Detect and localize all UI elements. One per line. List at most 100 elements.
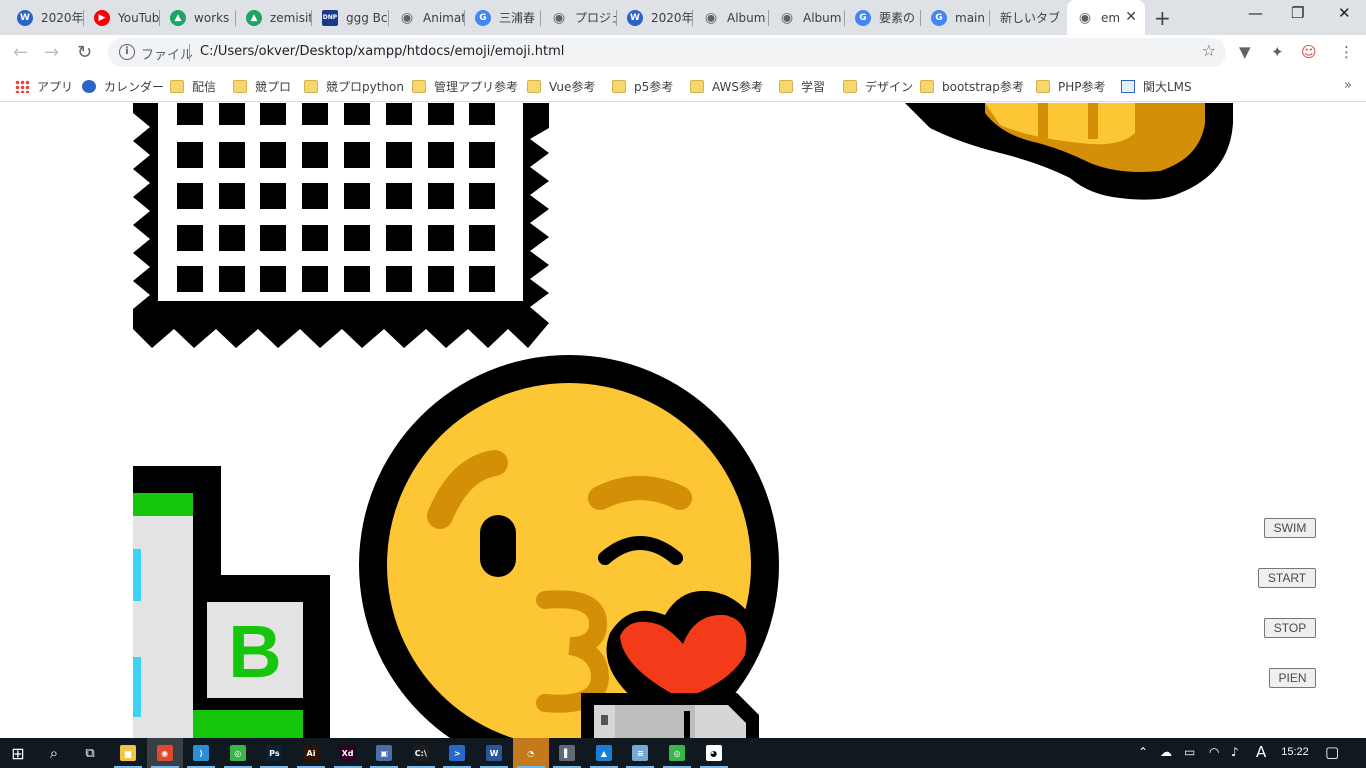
globe-icon: ◉ xyxy=(400,9,414,26)
bookmark-item[interactable]: カレンダー xyxy=(82,77,164,95)
bookmark-item[interactable]: アプリ xyxy=(15,77,73,95)
battery-icon[interactable]: ▭ xyxy=(1184,745,1195,759)
url-text[interactable]: C:/Users/okver/Desktop/xampp/htdocs/emoj… xyxy=(200,44,564,59)
pien-button[interactable]: PIEN xyxy=(1269,668,1316,688)
profile-avatar-icon[interactable]: ☺ xyxy=(1301,43,1317,61)
close-tab-icon[interactable]: ✕ xyxy=(1125,9,1137,25)
bookmark-item[interactable]: デザイン xyxy=(843,77,913,95)
taskbar-app-adobe-xd[interactable]: Xd xyxy=(330,738,366,768)
reload-button[interactable]: ↻ xyxy=(77,42,92,63)
search-icon[interactable]: ⌕ xyxy=(36,738,72,768)
address-bar[interactable]: i ファイル C:/Users/okver/Desktop/xampp/htdo… xyxy=(108,38,1226,67)
youtube-icon: ▶ xyxy=(94,9,110,26)
close-window-icon[interactable]: ✕ xyxy=(1338,4,1351,22)
bookmark-item[interactable]: PHP参考 xyxy=(1036,77,1106,95)
taskbar-app-app-green[interactable]: ◎ xyxy=(220,738,256,768)
bookmark-label: bootstrap参考 xyxy=(942,79,1024,94)
app-tools-icon: ▣ xyxy=(376,745,393,761)
bookmark-label: アプリ xyxy=(37,79,74,94)
volume-icon[interactable]: ♪ xyxy=(1231,745,1239,759)
back-button[interactable]: ← xyxy=(13,42,28,63)
taskbar-app-app-audio[interactable]: ▌ xyxy=(549,738,585,768)
stop-button[interactable]: STOP xyxy=(1264,618,1316,638)
globe-icon: ◉ xyxy=(552,9,566,26)
onedrive-icon[interactable]: ☁ xyxy=(1160,745,1172,759)
dnp-icon: DNP xyxy=(322,9,338,26)
swim-button[interactable]: SWIM xyxy=(1264,518,1316,538)
browser-tab[interactable]: ◉ Album xyxy=(693,0,769,35)
browser-tab[interactable]: ▲ works xyxy=(160,0,236,35)
stamp-dot xyxy=(219,142,245,168)
windows-start-icon[interactable]: ⊞ xyxy=(0,738,36,768)
bookmark-item[interactable]: 競プロ xyxy=(233,77,291,95)
bookmark-item[interactable]: 学習 xyxy=(779,77,825,95)
taskbar-app-chrome[interactable]: ◉ xyxy=(146,738,183,768)
windows-taskbar: ⊞ ⌕ ⧉ ⌃ ☁ ▭ ◠ ♪ A 15:22 ▢ ▆ ◉ ⟩ ◎ Ps Ai Xd ▣ C:\… xyxy=(0,738,1366,768)
browser-tab[interactable]: Gmain r xyxy=(921,0,990,35)
browser-tab[interactable]: 新しいタブ xyxy=(990,0,1067,35)
browser-tab[interactable]: W 2020年 xyxy=(617,0,693,35)
browser-tab[interactable]: ▲ zemisit xyxy=(236,0,312,35)
stamp-dot xyxy=(428,103,454,125)
scheme-label: ファイル xyxy=(141,48,194,63)
photoshop-icon: Ps xyxy=(266,745,283,761)
taskbar-app-cmd[interactable]: C:\ xyxy=(403,738,439,768)
taskbar-app-app-green2[interactable]: ◎ xyxy=(659,738,695,768)
bookmark-item[interactable]: p5参考 xyxy=(612,77,673,95)
wifi-icon[interactable]: ◠ xyxy=(1209,745,1219,759)
browser-tab[interactable]: W 2020年 xyxy=(7,0,84,35)
browser-tab[interactable]: ◉ Album xyxy=(769,0,845,35)
forward-button[interactable]: → xyxy=(44,42,59,63)
ime-indicator[interactable]: A xyxy=(1256,743,1266,761)
browser-tab[interactable]: G 要素の xyxy=(845,0,921,35)
bookmarks-overflow-icon[interactable]: » xyxy=(1344,78,1352,93)
info-icon[interactable]: i xyxy=(119,44,135,60)
folder-icon xyxy=(170,79,184,93)
bookmark-item[interactable]: 関大LMS xyxy=(1121,77,1192,95)
stamp-dot xyxy=(469,225,495,251)
minimize-icon[interactable]: — xyxy=(1248,4,1263,22)
folder-icon xyxy=(304,79,318,93)
taskbar-app-illustrator[interactable]: Ai xyxy=(293,738,329,768)
bookmark-item[interactable]: 配信 xyxy=(170,77,216,95)
bookmark-item[interactable]: AWS参考 xyxy=(690,77,763,95)
notifications-icon[interactable]: ▢ xyxy=(1325,743,1339,761)
new-tab-button[interactable]: + xyxy=(1154,6,1171,30)
taskbar-app-app-orange[interactable]: ◔ xyxy=(512,738,549,768)
tab-title: Album xyxy=(727,10,766,25)
stamp-dot xyxy=(386,266,412,292)
browser-tab[interactable]: ◉ プロジェ xyxy=(541,0,617,35)
browser-tab[interactable]: G 三浦春 xyxy=(465,0,541,35)
bookmark-item[interactable]: bootstrap参考 xyxy=(920,77,1024,95)
taskbar-app-file-explorer[interactable]: ▆ xyxy=(110,738,146,768)
extension-v-icon[interactable]: ▼ xyxy=(1239,43,1251,61)
taskbar-app-photoshop[interactable]: Ps xyxy=(256,738,292,768)
restore-icon[interactable]: ❐ xyxy=(1291,4,1304,22)
vscode-icon: ⟩ xyxy=(193,745,210,761)
task-view-icon[interactable]: ⧉ xyxy=(72,738,108,768)
taskbar-app-powershell[interactable]: > xyxy=(439,738,475,768)
stamp-dot xyxy=(302,266,328,292)
bookmark-star-icon[interactable]: ☆ xyxy=(1202,41,1216,60)
tray-chevron-icon[interactable]: ⌃ xyxy=(1138,745,1148,759)
extensions-puzzle-icon[interactable]: ✦ xyxy=(1271,43,1284,61)
taskbar-app-vscode[interactable]: ⟩ xyxy=(183,738,219,768)
browser-tab[interactable]: ◉ em ✕ xyxy=(1067,0,1145,35)
stamp-dot xyxy=(386,225,412,251)
browser-tab[interactable]: DNP ggg Bc xyxy=(312,0,389,35)
taskbar-app-word[interactable]: W xyxy=(476,738,512,768)
browser-tab[interactable]: ▶ YouTub xyxy=(84,0,160,35)
bookmark-label: 管理アプリ参考 xyxy=(434,79,519,94)
menu-kebab-icon[interactable]: ⋮ xyxy=(1339,43,1354,61)
bookmark-item[interactable]: Vue参考 xyxy=(527,77,595,95)
taskbar-app-app-tools[interactable]: ▣ xyxy=(366,738,402,768)
taskbar-app-app-panda[interactable]: ◕ xyxy=(696,738,732,768)
browser-tab[interactable]: ◉ Animat xyxy=(389,0,465,35)
taskbar-app-notepad[interactable]: ≡ xyxy=(622,738,658,768)
bookmark-item[interactable]: 管理アプリ参考 xyxy=(412,77,518,95)
start-button[interactable]: START xyxy=(1258,568,1316,588)
w-logo-icon: W xyxy=(627,9,643,26)
bookmark-item[interactable]: 競プロpython xyxy=(304,77,404,95)
clock[interactable]: 15:22 xyxy=(1270,746,1320,758)
taskbar-app-photos[interactable]: ▲ xyxy=(586,738,622,768)
